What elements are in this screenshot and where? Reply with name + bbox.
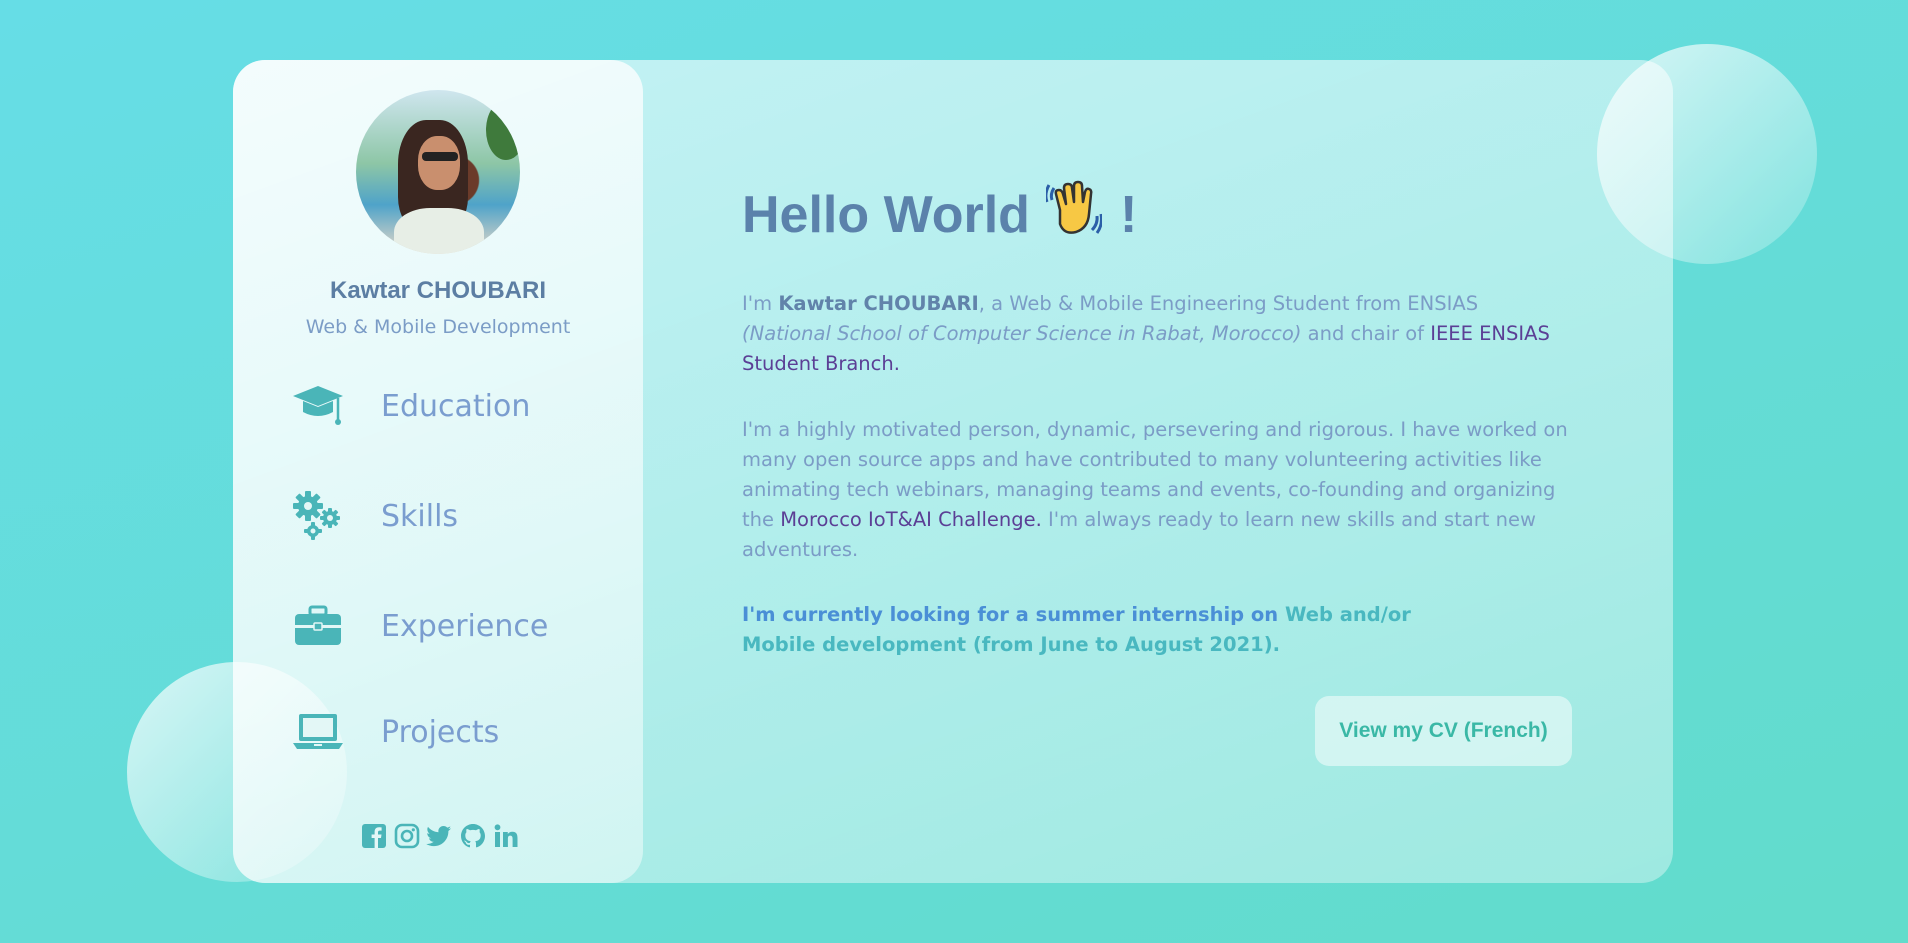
view-cv-button[interactable]: View my CV (French): [1315, 696, 1572, 766]
waving-hand-icon: [1044, 180, 1103, 250]
profile-subtitle: Web & Mobile Development: [305, 316, 571, 338]
nav-label-experience: Experience: [381, 608, 549, 644]
nav-item-experience[interactable]: Experience: [290, 598, 548, 654]
facebook-icon[interactable]: [360, 822, 387, 849]
greeting-text: Hello World: [742, 186, 1030, 244]
nav-label-skills: Skills: [381, 498, 459, 534]
nav-label-education: Education: [381, 388, 531, 424]
nav-item-projects[interactable]: Projects: [290, 704, 499, 760]
gears-icon: [290, 491, 346, 540]
briefcase-icon: [290, 602, 346, 650]
decorative-bubble-bottom-left: [127, 662, 347, 882]
intro-paragraph: I'm Kawtar CHOUBARI, a Web & Mobile Engi…: [742, 292, 1550, 375]
instagram-icon[interactable]: [393, 822, 420, 849]
school-name: (National School of Computer Science in …: [742, 322, 1302, 345]
nav-item-skills[interactable]: Skills: [290, 488, 458, 544]
intro-name: Kawtar CHOUBARI: [778, 292, 979, 315]
graduation-cap-icon: [290, 382, 346, 430]
page-title: Hello World !: [742, 180, 1137, 250]
github-icon[interactable]: [459, 822, 486, 849]
twitter-icon[interactable]: [426, 822, 453, 849]
nav-label-projects: Projects: [381, 714, 500, 750]
nav-item-education[interactable]: Education: [290, 378, 530, 434]
title-exclamation: !: [1119, 186, 1138, 244]
challenge-link[interactable]: Morocco IoT&AI Challenge.: [780, 508, 1042, 531]
about-paragraph: I'm a highly motivated person, dynamic, …: [742, 418, 1568, 561]
internship-paragraph: I'm currently looking for a summer inter…: [742, 603, 1411, 656]
avatar: [356, 90, 520, 254]
laptop-icon: [290, 708, 346, 756]
profile-name: Kawtar CHOUBARI: [329, 277, 547, 304]
social-links: [360, 822, 519, 849]
linkedin-icon[interactable]: [492, 822, 519, 849]
